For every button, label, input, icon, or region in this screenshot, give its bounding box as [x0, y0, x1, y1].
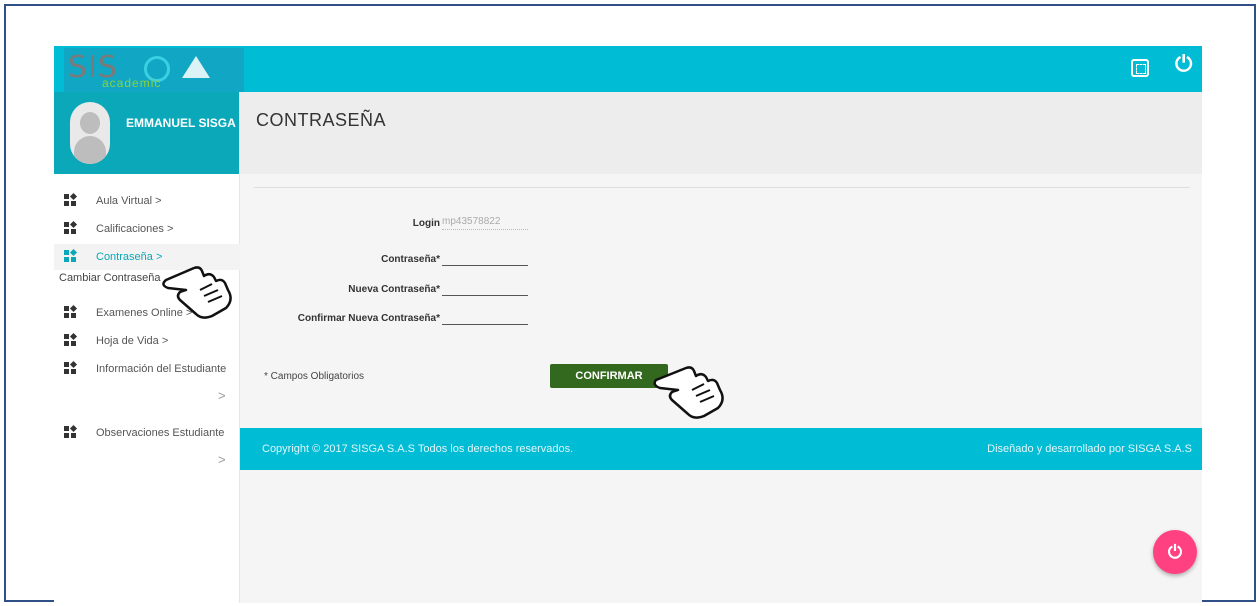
credit-text: Diseñado y desarrollado por SISGA S.A.S — [987, 443, 1192, 455]
avatar-head — [80, 112, 100, 134]
sidebar-item-label: Observaciones Estudiante — [96, 427, 225, 439]
app-window: SIS academic ⏻ EMMANUEL SISGA Aula Virtu… — [54, 46, 1202, 603]
footer: Copyright © 2017 SISGA S.A.S Todos los d… — [240, 428, 1202, 470]
screenshot-frame: SIS academic ⏻ EMMANUEL SISGA Aula Virtu… — [4, 4, 1256, 603]
chevron-right-icon[interactable]: > — [218, 452, 226, 467]
sidebar-item-label: Contraseña > — [96, 251, 163, 263]
confirm-password-label: Confirmar Nueva Contraseña* — [297, 313, 440, 324]
sidebar-item-calificaciones[interactable]: Calificaciones > — [54, 216, 240, 242]
login-field: mp43578822 — [442, 216, 528, 230]
profile-panel: EMMANUEL SISGA — [54, 92, 239, 174]
sidebar-item-aula-virtual[interactable]: Aula Virtual > — [54, 188, 240, 214]
avatar-body — [74, 136, 106, 164]
confirm-password-field[interactable] — [442, 311, 528, 325]
new-password-field[interactable] — [442, 282, 528, 296]
grid-icon — [64, 360, 78, 374]
login-label: Login — [412, 218, 440, 229]
pointer-hand-icon — [162, 266, 232, 319]
submenu-item-cambiar-contrasena[interactable]: Cambiar Contraseña — [59, 272, 161, 284]
password-label: Contraseña* — [381, 254, 440, 265]
fullscreen-icon[interactable] — [1131, 59, 1149, 77]
power-icon[interactable]: ⏻ — [1175, 53, 1192, 75]
sidebar-item-label: Aula Virtual > — [96, 195, 162, 207]
sidebar-item-label: Hoja de Vida > — [96, 335, 169, 347]
chevron-right-icon[interactable]: > — [218, 388, 226, 403]
divider — [254, 187, 1190, 188]
grid-icon — [64, 332, 78, 346]
app-logo[interactable]: SIS academic — [64, 48, 244, 92]
top-bar: SIS academic ⏻ — [54, 46, 1202, 92]
logo-subtext: academic — [102, 76, 162, 90]
grid-icon — [64, 220, 78, 234]
power-fab-button[interactable]: ⏻ — [1153, 530, 1197, 574]
copyright-text: Copyright © 2017 SISGA S.A.S Todos los d… — [262, 443, 574, 455]
page-title: CONTRASEÑA — [256, 110, 387, 130]
pointer-hand-icon — [653, 366, 724, 419]
grid-icon — [64, 304, 78, 318]
new-password-label: Nueva Contraseña* — [348, 284, 440, 295]
required-note: * Campos Obligatorios — [264, 371, 365, 382]
grid-icon — [64, 248, 78, 262]
grid-icon — [64, 192, 78, 206]
grid-icon — [64, 424, 78, 438]
avatar — [70, 102, 110, 164]
sidebar-item-label: Información del Estudiante — [96, 363, 227, 375]
sidebar-item-informacion-estudiante[interactable]: Información del Estudiante — [54, 356, 240, 382]
password-field[interactable] — [442, 252, 528, 266]
logo-triangle-icon — [182, 56, 210, 78]
sidebar: EMMANUEL SISGA Aula Virtual > Calificaci… — [54, 92, 240, 603]
sidebar-item-hoja-de-vida[interactable]: Hoja de Vida > — [54, 328, 240, 354]
user-name: EMMANUEL SISGA — [126, 116, 236, 130]
page-header: CONTRASEÑA — [240, 92, 1202, 174]
sidebar-item-observaciones-estudiante[interactable]: Observaciones Estudiante — [54, 420, 240, 446]
sidebar-item-label: Calificaciones > — [96, 223, 174, 235]
